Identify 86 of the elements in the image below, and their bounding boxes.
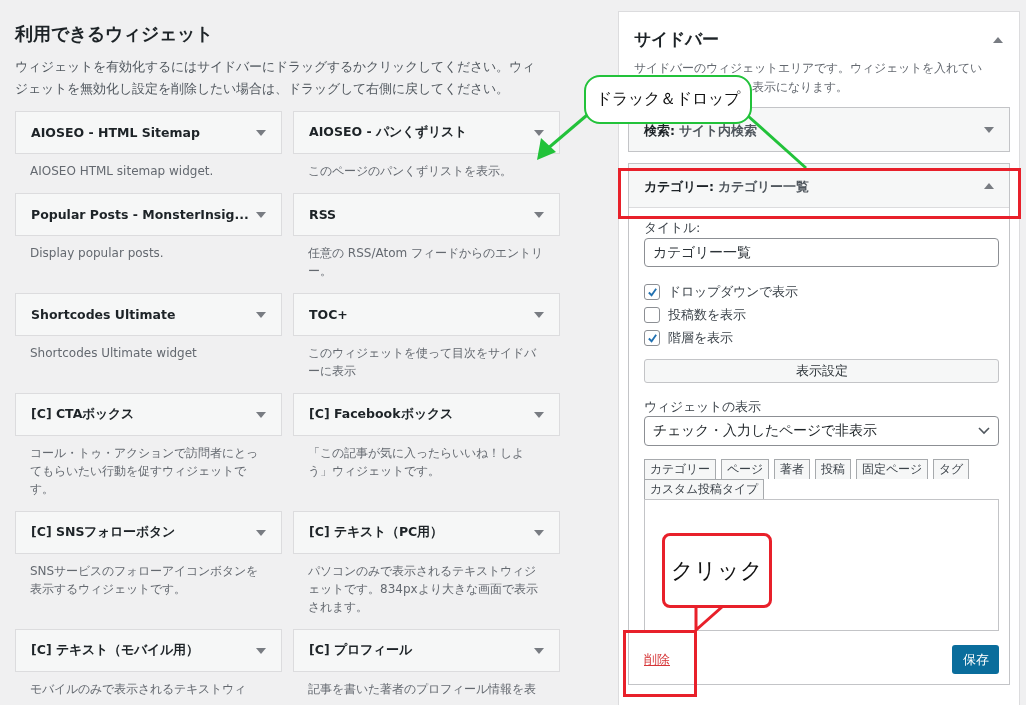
- widget-description: 「この記事が気に入ったらいいね！しよう」ウィジェットです。: [307, 445, 525, 480]
- widget-name: [C] テキスト（モバイル用）: [31, 642, 199, 659]
- expand-arrow-icon[interactable]: [534, 311, 544, 318]
- widget-name: Popular Posts - MonsterInsig...: [31, 207, 249, 222]
- field-label: ウィジェットの表示: [644, 399, 762, 415]
- tab[interactable]: 固定ページ: [856, 459, 928, 479]
- expand-arrow-icon[interactable]: [534, 211, 544, 218]
- panel-description: 表示になります。: [751, 79, 849, 96]
- widget-description: 任意の RSS/Atom フィードからのエントリー。: [307, 245, 544, 280]
- expand-arrow-icon[interactable]: [256, 211, 266, 218]
- checkbox-label: 投稿数を表示: [668, 306, 746, 324]
- widget-card[interactable]: [C] プロフィール: [293, 629, 560, 672]
- widget-card[interactable]: AIOSEO - HTML Sitemap: [15, 111, 282, 154]
- checkbox-label: 階層を表示: [668, 329, 733, 347]
- widget-title: カテゴリー一覧: [718, 178, 809, 194]
- widget-description: AIOSEO HTML sitemap widget.: [29, 163, 215, 180]
- callout-bubble: クリック: [662, 533, 772, 608]
- panel-description: サイドバーのウィジェットエリアです。ウィジェットを入れてい: [634, 60, 983, 77]
- delete-link[interactable]: 削除: [644, 650, 670, 669]
- tab[interactable]: ページ: [721, 459, 769, 479]
- expand-arrow-icon[interactable]: [534, 129, 544, 136]
- widget-type: 検索:: [644, 122, 675, 138]
- widget-card[interactable]: AIOSEO - パンくずリスト: [293, 111, 560, 154]
- widget-type: カテゴリー:: [644, 178, 714, 194]
- widget-card[interactable]: [C] SNSフォローボタン: [15, 511, 282, 554]
- field-label: タイトル:: [644, 220, 702, 236]
- save-button[interactable]: 保存: [952, 645, 999, 674]
- widget-name: AIOSEO - パンくずリスト: [309, 124, 467, 141]
- section-title: 利用できるウィジェット: [15, 22, 214, 46]
- checkmark-icon: [646, 286, 658, 298]
- widget-description: Display popular posts.: [29, 245, 165, 262]
- tab[interactable]: 投稿: [815, 459, 851, 479]
- widget-name: Shortcodes Ultimate: [31, 307, 176, 322]
- widget-name: [C] プロフィール: [309, 642, 412, 659]
- widget-description: パソコンのみで表示されるテキストウィジェットです。834pxより大きな画面で表示されます。: [307, 563, 539, 616]
- widget-name: [C] CTAボックス: [31, 406, 135, 423]
- widget-card[interactable]: [C] テキスト（モバイル用）: [15, 629, 282, 672]
- widget-title: サイト内検索: [679, 122, 757, 138]
- widget-description: コール・トゥ・アクションで訪問者にとってもらいたい行動を促すウィジェットです。: [29, 445, 259, 498]
- display-settings-button[interactable]: 表示設定: [644, 359, 999, 383]
- checkbox[interactable]: [644, 284, 660, 300]
- widget-description: このウィジェットを使って目次をサイドバーに表示: [307, 345, 537, 380]
- expand-arrow-icon[interactable]: [984, 126, 994, 133]
- collapse-arrow-icon[interactable]: [984, 182, 994, 189]
- section-description: ウィジェットを有効化するにはサイドバーにドラッグするかクリックしてください。ウィジェットを無効化し設定を削除したい場合は、ドラッグして右側に戻してください。: [15, 58, 535, 98]
- widget-name: RSS: [309, 207, 337, 222]
- tab[interactable]: 著者: [774, 459, 810, 479]
- widget-card[interactable]: TOC+: [293, 293, 560, 336]
- widget-card[interactable]: [C] テキスト（PC用）: [293, 511, 560, 554]
- expand-arrow-icon[interactable]: [534, 529, 544, 536]
- expand-arrow-icon[interactable]: [534, 647, 544, 654]
- expand-arrow-icon[interactable]: [534, 411, 544, 418]
- widget-description: SNSサービスのフォローアイコンボタンを表示するウィジェットです。: [29, 563, 260, 598]
- widget-name: AIOSEO - HTML Sitemap: [31, 125, 200, 140]
- widget-description: 記事を書いた著者のプロフィール情報を表: [307, 681, 537, 698]
- checkmark-icon: [646, 332, 658, 344]
- widget-header[interactable]: カテゴリー: カテゴリー一覧: [629, 164, 1009, 208]
- visibility-select[interactable]: チェック・入力したページで非表示: [644, 416, 999, 446]
- chevron-down-icon[interactable]: [978, 427, 990, 435]
- widget-card[interactable]: Shortcodes Ultimate: [15, 293, 282, 336]
- expand-arrow-icon[interactable]: [256, 529, 266, 536]
- widget-card[interactable]: [C] Facebookボックス: [293, 393, 560, 436]
- expand-arrow-icon[interactable]: [256, 129, 266, 136]
- expand-arrow-icon[interactable]: [256, 647, 266, 654]
- title-field[interactable]: カテゴリー一覧: [644, 238, 999, 267]
- checkbox[interactable]: [644, 330, 660, 346]
- tab[interactable]: カテゴリー: [644, 459, 716, 479]
- callout-bubble: ドラック＆ドロップ: [584, 75, 752, 124]
- widget-name: [C] Facebookボックス: [309, 406, 453, 423]
- widget-card[interactable]: [C] CTAボックス: [15, 393, 282, 436]
- collapse-arrow-icon[interactable]: [993, 36, 1003, 43]
- widget-card[interactable]: RSS: [293, 193, 560, 236]
- widget-description: Shortcodes Ultimate widget: [29, 345, 198, 362]
- checkbox[interactable]: [644, 307, 660, 323]
- checkbox-label: ドロップダウンで表示: [668, 283, 798, 301]
- widget-description: モバイルのみで表示されるテキストウィ: [29, 681, 247, 698]
- tab[interactable]: タグ: [933, 459, 969, 479]
- widget-description: このページのパンくずリストを表示。: [307, 163, 513, 180]
- widget-name: TOC+: [309, 307, 348, 322]
- expand-arrow-icon[interactable]: [256, 311, 266, 318]
- widget-name: [C] SNSフォローボタン: [31, 524, 176, 541]
- tab[interactable]: カスタム投稿タイプ: [644, 479, 764, 499]
- widget-name: [C] テキスト（PC用）: [309, 524, 444, 541]
- widget-card[interactable]: Popular Posts - MonsterInsig...: [15, 193, 282, 236]
- panel-title: サイドバー: [634, 28, 719, 51]
- expand-arrow-icon[interactable]: [256, 411, 266, 418]
